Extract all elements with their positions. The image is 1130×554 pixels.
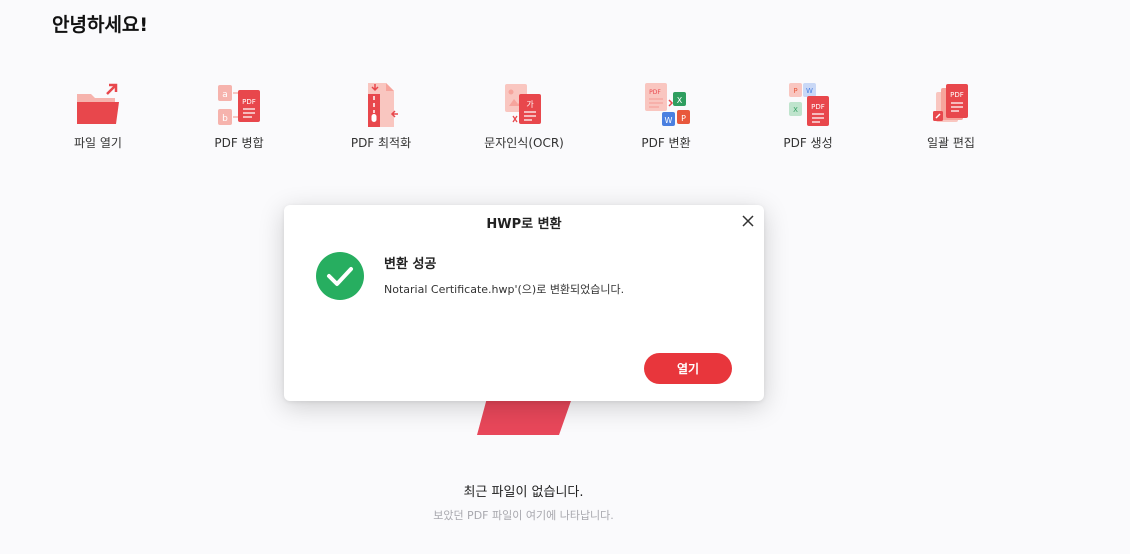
icon-pdf-text: PDF [242, 98, 256, 106]
icon-pdf-text: PDF [649, 89, 661, 96]
pdf-merge-icon: a b PDF [218, 85, 260, 125]
tool-pdf-optimize[interactable]: PDF 최적화 [311, 80, 451, 151]
tool-pdf-create[interactable]: P W X PDF PDF 생성 [738, 80, 878, 151]
dialog-title: HWP로 변환 [486, 217, 562, 232]
tool-label: PDF 병합 [214, 136, 264, 150]
empty-state-illustration [477, 398, 572, 435]
dialog-message-title: 변환 성공 [384, 257, 437, 272]
icon-pdf-text: PDF [811, 103, 825, 111]
tool-label: PDF 변환 [641, 136, 691, 150]
pdf-create-icon: P W X PDF [789, 83, 829, 126]
icon-x-text: X [793, 106, 798, 114]
tool-batch-edit[interactable]: PDF 일괄 편집 [881, 80, 1021, 151]
icon-p-text: P [793, 87, 797, 95]
tool-label: PDF 최적화 [350, 136, 412, 150]
icon-pdf-text: PDF [950, 91, 964, 99]
icon-letter-b: b [222, 114, 228, 124]
pdf-convert-icon: PDF X W P [645, 83, 690, 126]
pdf-compress-icon [368, 83, 398, 127]
open-button[interactable]: 열기 [644, 353, 732, 384]
empty-state-subtitle: 보았던 PDF 파일이 여기에 나타납니다. [433, 509, 614, 522]
tool-open-file[interactable]: 파일 열기 [28, 80, 168, 151]
icon-p-text: P [681, 114, 686, 123]
tool-label: 일괄 편집 [927, 136, 975, 150]
ocr-icon: 가 [505, 84, 541, 124]
tool-ocr[interactable]: 가 문자인식(OCR) [454, 80, 594, 151]
folder-open-icon [77, 83, 119, 124]
icon-ga-text: 가 [526, 100, 534, 109]
check-circle-icon [316, 252, 364, 300]
icon-w-text: W [665, 116, 673, 125]
greeting-title: 안녕하세요! [52, 14, 149, 36]
empty-state-title: 최근 파일이 없습니다. [463, 485, 584, 500]
tool-bar: 파일 열기 a b PDF PDF 병합 PDF 최적화 가 문자인식(OCR)… [0, 80, 1130, 160]
conversion-dialog: HWP로 변환 변환 성공 Notarial Certificate.hwp'(… [284, 205, 764, 401]
dialog-message-body: Notarial Certificate.hwp'(으)로 변환되었습니다. [384, 283, 625, 296]
tool-label: 파일 열기 [74, 136, 122, 150]
icon-letter-a: a [222, 90, 228, 100]
batch-edit-icon: PDF [933, 84, 968, 122]
tool-label: 문자인식(OCR) [484, 136, 564, 150]
icon-x-text: X [677, 96, 683, 105]
tool-pdf-convert[interactable]: PDF X W P PDF 변환 [596, 80, 736, 151]
close-icon[interactable] [740, 213, 756, 229]
icon-w-text: W [806, 87, 813, 95]
tool-label: PDF 생성 [783, 136, 833, 150]
tool-pdf-merge[interactable]: a b PDF PDF 병합 [169, 80, 309, 151]
